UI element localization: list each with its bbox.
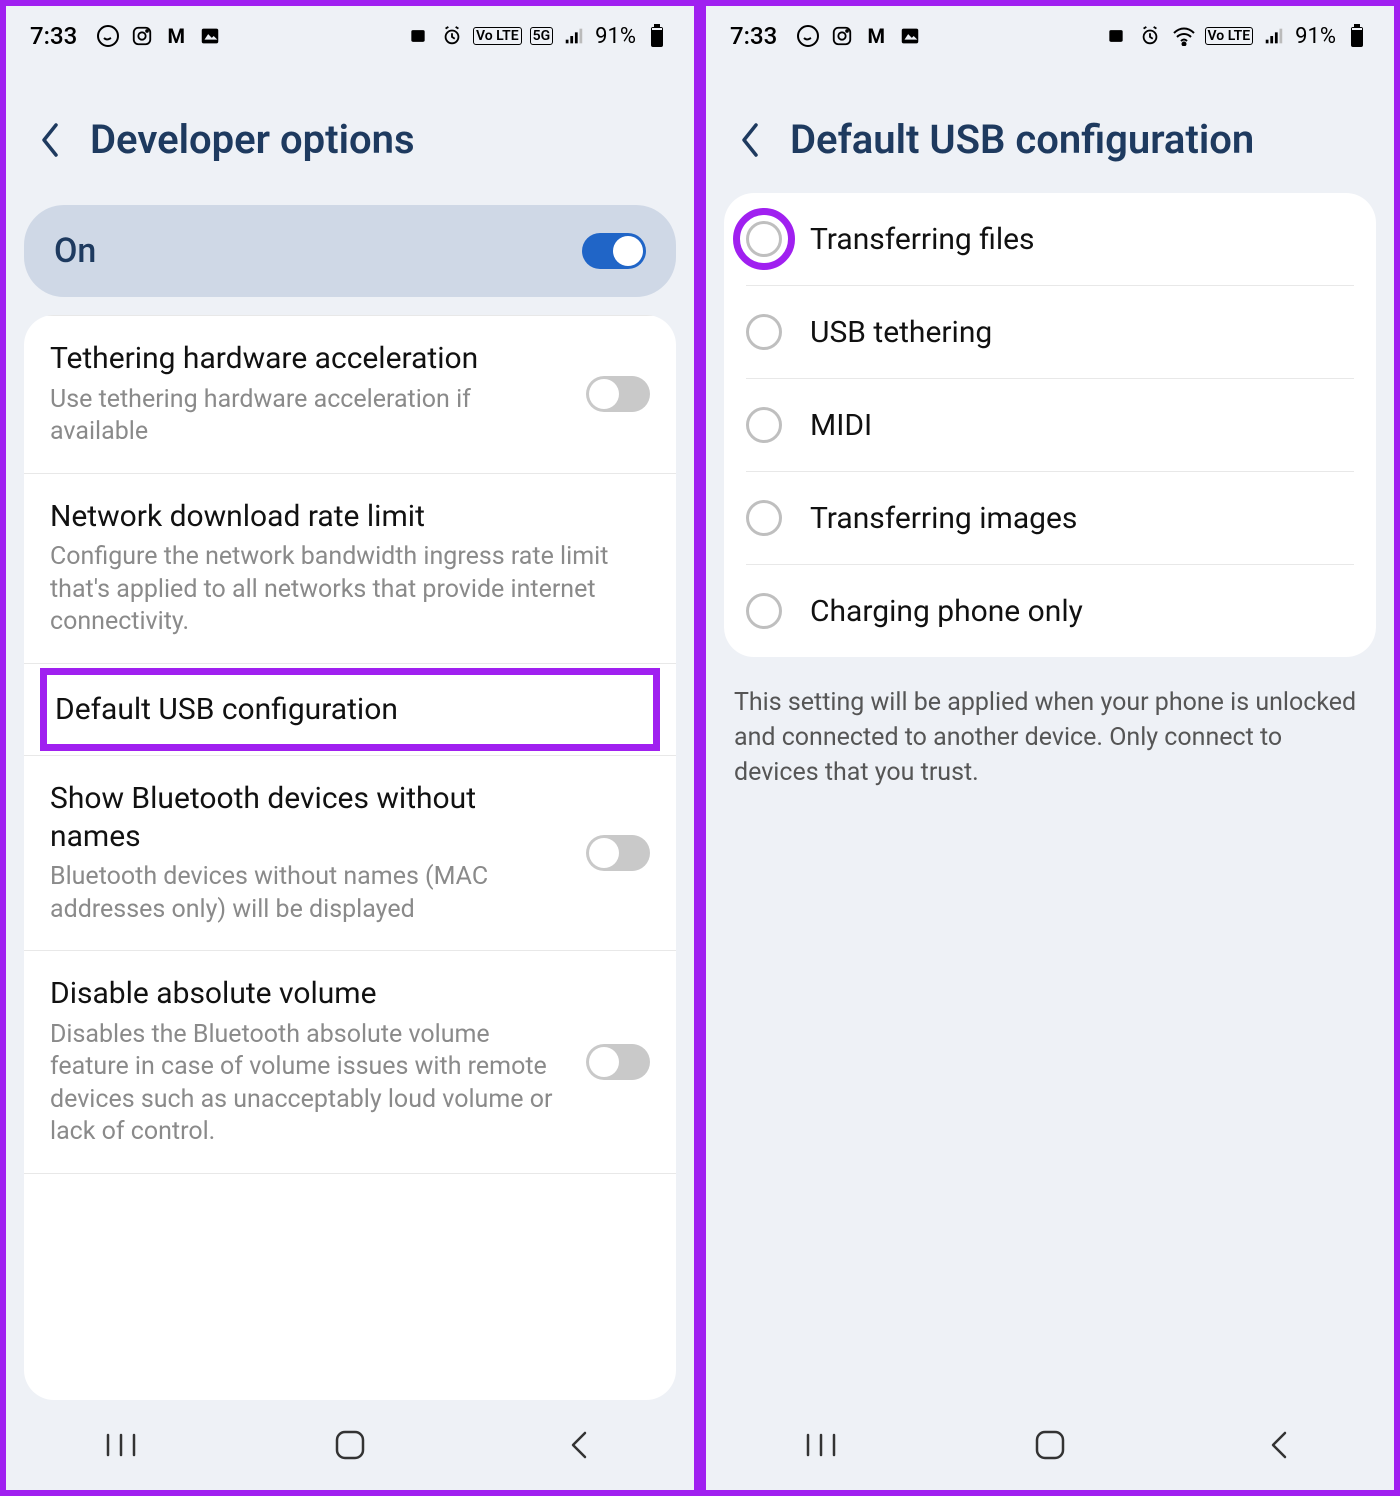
row-disable-absolute-volume[interactable]: Disable absolute volume Disables the Blu…	[24, 951, 676, 1173]
nav-recents-button[interactable]	[751, 1420, 891, 1470]
card-icon	[1103, 23, 1129, 49]
nav-back-button[interactable]	[509, 1420, 649, 1470]
radio-icon[interactable]	[746, 500, 782, 536]
nav-home-button[interactable]	[980, 1420, 1120, 1470]
radio-icon[interactable]	[746, 221, 782, 257]
back-button[interactable]	[30, 120, 70, 160]
option-charging-only[interactable]: Charging phone only	[724, 565, 1376, 657]
instagram-icon	[829, 23, 855, 49]
phone-left: 7:33 M Vo LTE 5G 91% Developer options O…	[0, 0, 700, 1496]
status-bar: 7:33 M Vo LTE 91%	[706, 6, 1394, 66]
row-subtitle: Configure the network bandwidth ingress …	[50, 541, 650, 639]
row-network-rate-limit[interactable]: Network download rate limit Configure th…	[24, 474, 676, 663]
toggle-tethering-hw-accel[interactable]	[586, 376, 650, 412]
row-show-bt-no-names[interactable]: Show Bluetooth devices without names Blu…	[24, 756, 676, 950]
whatsapp-icon	[795, 23, 821, 49]
option-label: Transferring images	[810, 501, 1077, 536]
master-toggle-label: On	[54, 231, 96, 271]
row-subtitle: Bluetooth devices without names (MAC add…	[50, 861, 570, 926]
instagram-icon	[129, 23, 155, 49]
gmail-icon: M	[163, 23, 189, 49]
battery-percent: 91%	[595, 24, 636, 49]
alarm-icon	[439, 23, 465, 49]
signal-icon	[561, 23, 587, 49]
phone-right: 7:33 M Vo LTE 91% Default USB configurat…	[700, 0, 1400, 1496]
option-label: USB tethering	[810, 315, 992, 350]
status-left: 7:33 M	[730, 22, 923, 50]
radio-icon[interactable]	[746, 593, 782, 629]
nav-back-button[interactable]	[1209, 1420, 1349, 1470]
row-title: Tethering hardware acceleration	[50, 340, 570, 378]
gallery-icon	[197, 23, 223, 49]
header: Default USB configuration	[706, 66, 1394, 193]
radio-icon[interactable]	[746, 407, 782, 443]
status-bar: 7:33 M Vo LTE 5G 91%	[6, 6, 694, 66]
alarm-icon	[1137, 23, 1163, 49]
row-title: Show Bluetooth devices without names	[50, 780, 570, 855]
toggle-show-bt-no-names[interactable]	[586, 835, 650, 871]
page-title: Default USB configuration	[790, 116, 1254, 163]
card-icon	[405, 23, 431, 49]
status-left: 7:33 M	[30, 22, 223, 50]
volte-icon: Vo LTE	[1205, 27, 1254, 45]
option-transferring-images[interactable]: Transferring images	[724, 472, 1376, 564]
network-5g-icon: 5G	[530, 27, 554, 45]
option-label: Transferring files	[810, 222, 1035, 257]
status-right: Vo LTE 5G 91%	[405, 23, 670, 49]
battery-percent: 91%	[1295, 24, 1336, 49]
nav-bar	[6, 1400, 694, 1490]
hint-text: This setting will be applied when your p…	[706, 657, 1394, 818]
gmail-icon: M	[863, 23, 889, 49]
master-toggle-switch[interactable]	[582, 233, 646, 269]
row-tethering-hw-accel[interactable]: Tethering hardware acceleration Use teth…	[24, 316, 676, 473]
row-subtitle: Disables the Bluetooth absolute volume f…	[50, 1019, 570, 1149]
toggle-disable-absolute-volume[interactable]	[586, 1044, 650, 1080]
header: Developer options	[6, 66, 694, 193]
page-title: Developer options	[90, 116, 415, 163]
status-time: 7:33	[30, 22, 77, 50]
battery-icon	[1344, 23, 1370, 49]
row-subtitle: Use tethering hardware acceleration if a…	[50, 384, 570, 449]
usb-options-card: Transferring files USB tethering MIDI Tr…	[724, 193, 1376, 657]
row-title: Disable absolute volume	[50, 975, 570, 1013]
status-right: Vo LTE 91%	[1103, 23, 1370, 49]
row-title: Default USB configuration	[55, 691, 645, 729]
option-midi[interactable]: MIDI	[724, 379, 1376, 471]
row-default-usb-config[interactable]: Default USB configuration	[40, 668, 660, 752]
option-label: MIDI	[810, 408, 872, 443]
option-label: Charging phone only	[810, 594, 1083, 629]
whatsapp-icon	[95, 23, 121, 49]
wifi-icon	[1171, 23, 1197, 49]
option-usb-tethering[interactable]: USB tethering	[724, 286, 1376, 378]
settings-list[interactable]: Tethering hardware acceleration Use teth…	[24, 315, 676, 1400]
signal-icon	[1261, 23, 1287, 49]
battery-icon	[644, 23, 670, 49]
nav-recents-button[interactable]	[51, 1420, 191, 1470]
settings-card: Tethering hardware acceleration Use teth…	[24, 315, 676, 1400]
back-button[interactable]	[730, 120, 770, 160]
radio-icon[interactable]	[746, 314, 782, 350]
nav-home-button[interactable]	[280, 1420, 420, 1470]
nav-bar	[706, 1400, 1394, 1490]
status-time: 7:33	[730, 22, 777, 50]
volte-icon: Vo LTE	[473, 27, 522, 45]
gallery-icon	[897, 23, 923, 49]
option-transferring-files[interactable]: Transferring files	[724, 193, 1376, 285]
row-title: Network download rate limit	[50, 498, 650, 536]
master-toggle-row[interactable]: On	[24, 205, 676, 297]
